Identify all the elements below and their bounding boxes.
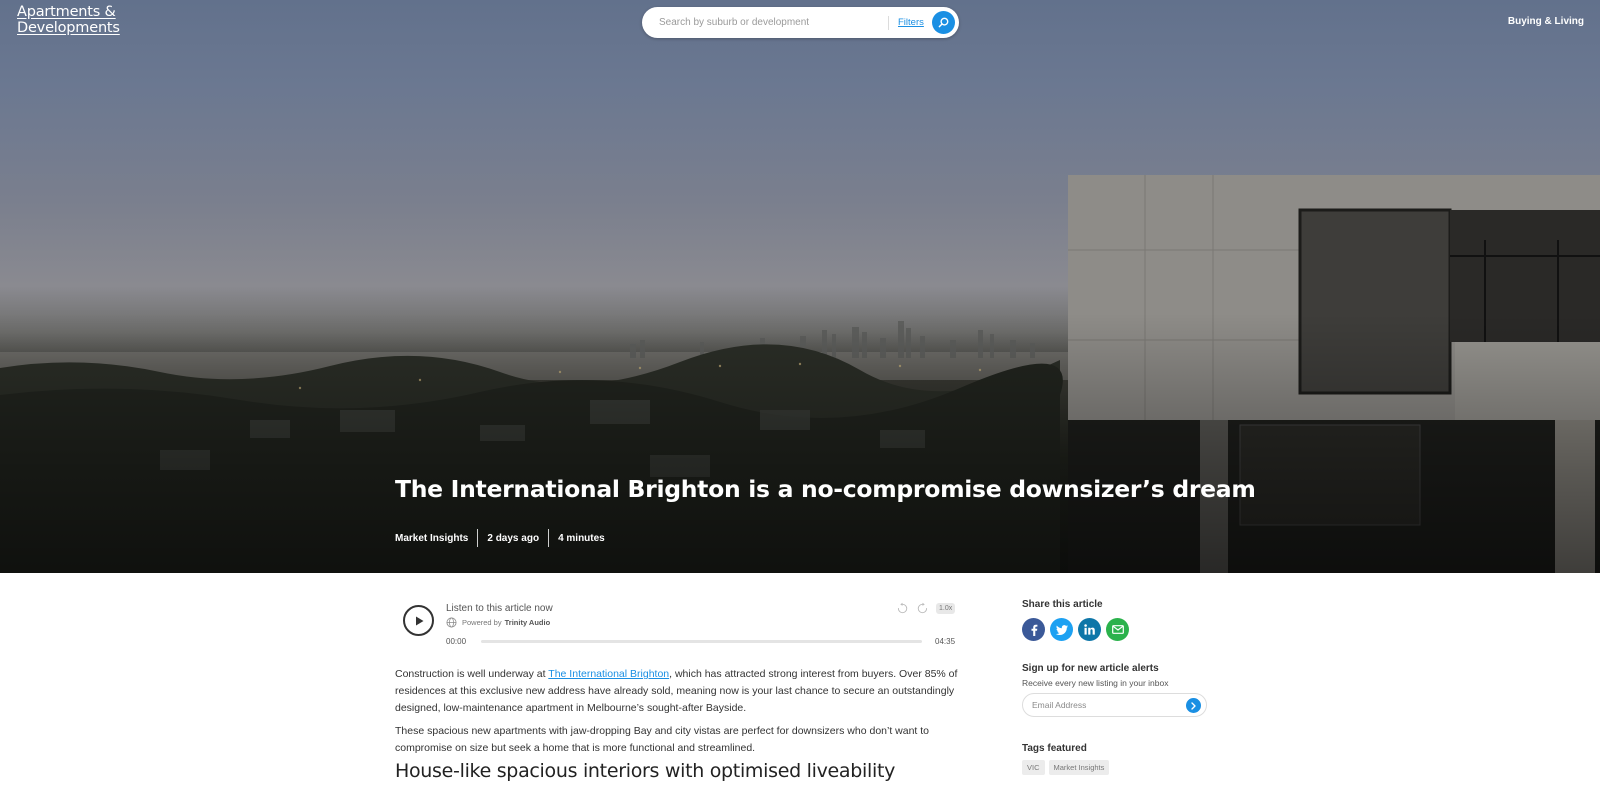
sidebar: Share this article Sign up for new artic… — [1022, 599, 1212, 775]
forward-icon[interactable] — [916, 602, 929, 615]
tags-featured: Tags featured VIC Market Insights — [1022, 743, 1212, 775]
share-email-button[interactable] — [1106, 618, 1129, 641]
email-icon — [1111, 625, 1124, 634]
share-linkedin-button[interactable] — [1078, 618, 1101, 641]
facebook-icon — [1031, 624, 1037, 636]
page: Apartments & Developments Filters Buying… — [0, 0, 1600, 794]
development-link[interactable]: The International Brighton — [548, 668, 669, 680]
article-category[interactable]: Market Insights — [395, 533, 468, 544]
audio-player: Listen to this article now Powered by Tr… — [395, 597, 960, 651]
player-current-time: 00:00 — [446, 637, 467, 646]
tag-list: VIC Market Insights — [1022, 760, 1212, 775]
powered-by-label: Powered by — [462, 618, 502, 627]
article-alerts: Sign up for new article alerts Receive e… — [1022, 663, 1212, 717]
share-buttons — [1022, 618, 1212, 641]
globe-icon — [446, 617, 457, 628]
share-heading: Share this article — [1022, 599, 1103, 610]
rewind-icon[interactable] — [896, 602, 909, 615]
share-twitter-button[interactable] — [1050, 618, 1073, 641]
player-powered-by: Powered by Trinity Audio — [446, 617, 550, 628]
tag-market-insights[interactable]: Market Insights — [1048, 760, 1110, 775]
search-button[interactable] — [932, 11, 955, 34]
paragraph-text: Construction is well underway at — [395, 668, 549, 680]
email-signup — [1022, 693, 1207, 717]
article-title: The International Brighton is a no-compr… — [395, 475, 1256, 503]
article-date: 2 days ago — [487, 532, 540, 544]
player-total-time: 04:35 — [935, 637, 956, 646]
search-divider — [888, 15, 889, 30]
alerts-heading: Sign up for new article alerts — [1022, 663, 1159, 674]
search-bar: Filters — [642, 7, 959, 38]
filters-link[interactable]: Filters — [898, 17, 924, 28]
section-heading: House-like spacious interiors with optim… — [395, 760, 896, 782]
twitter-icon — [1055, 624, 1068, 635]
chevron-right-icon — [1191, 701, 1196, 710]
email-submit-button[interactable] — [1186, 698, 1201, 713]
alerts-subtext: Receive every new listing in your inbox — [1022, 678, 1169, 688]
tag-vic[interactable]: VIC — [1022, 760, 1045, 775]
article-meta: Market Insights 2 days ago 4 minutes — [395, 529, 605, 547]
meta-divider — [477, 529, 479, 547]
playback-speed-button[interactable]: 1.0x — [936, 603, 956, 614]
provider-name[interactable]: Trinity Audio — [505, 618, 551, 627]
meta-divider — [548, 529, 550, 547]
linkedin-icon — [1084, 624, 1095, 635]
logo-line-1: Apartments & — [17, 4, 116, 20]
article-paragraph: Construction is well underway at The Int… — [395, 666, 965, 717]
article-body: Construction is well underway at The Int… — [395, 666, 965, 782]
search-input[interactable] — [659, 17, 889, 28]
play-icon — [415, 616, 423, 625]
play-button[interactable] — [403, 605, 434, 636]
nav-buying-living[interactable]: Buying & Living — [1508, 16, 1584, 27]
email-input[interactable] — [1032, 700, 1182, 710]
hero-banner: Apartments & Developments Filters Buying… — [0, 0, 1600, 573]
site-logo[interactable]: Apartments & Developments — [17, 4, 120, 36]
share-facebook-button[interactable] — [1022, 618, 1045, 641]
article-read-time: 4 minutes — [558, 532, 605, 544]
tags-heading: Tags featured — [1022, 743, 1087, 754]
article-paragraph: These spacious new apartments with jaw-d… — [395, 725, 930, 754]
player-progress-track[interactable] — [481, 640, 922, 643]
logo-line-2: Developments — [17, 20, 120, 36]
search-icon — [938, 17, 949, 28]
player-listen-label: Listen to this article now — [446, 603, 553, 614]
hero-shade — [0, 313, 1600, 573]
